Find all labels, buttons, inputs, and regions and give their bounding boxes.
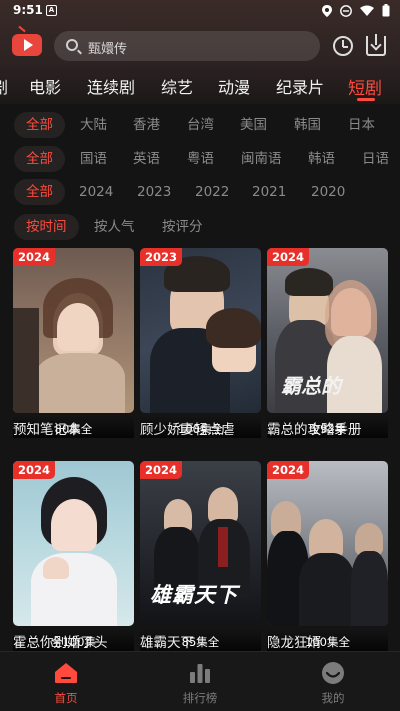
history-icon[interactable] bbox=[333, 36, 353, 56]
tab-variety[interactable]: 综艺 bbox=[161, 74, 193, 98]
year-filter-row: 全部 2024 2023 2022 2021 2020 bbox=[0, 179, 400, 207]
sort-by-rating[interactable]: 按评分 bbox=[150, 214, 215, 240]
drama-card[interactable]: 霸总的 2024 全92集 霸总的攻略手册 bbox=[267, 248, 388, 438]
year-badge: 2024 bbox=[267, 248, 310, 266]
drama-title: 霍总你别婚了头 bbox=[13, 635, 108, 651]
filter-year-2021[interactable]: 2021 bbox=[240, 179, 298, 205]
filter-lang-cantonese[interactable]: 粤语 bbox=[175, 146, 226, 172]
poster-image bbox=[13, 248, 134, 413]
filter-region-all[interactable]: 全部 bbox=[14, 112, 65, 138]
nav-home-label: 首页 bbox=[54, 691, 78, 705]
tab-short-drama[interactable]: 短剧 bbox=[348, 74, 382, 99]
nav-profile-label: 我的 bbox=[321, 691, 345, 705]
poster-image bbox=[13, 461, 134, 626]
filter-year-2022[interactable]: 2022 bbox=[183, 179, 241, 205]
poster-image bbox=[267, 461, 388, 626]
search-bar[interactable]: 甄嬛传 bbox=[54, 31, 320, 61]
filter-region-hongkong[interactable]: 香港 bbox=[121, 112, 172, 138]
filter-lang-all[interactable]: 全部 bbox=[14, 146, 65, 172]
poster-title-text: 霸总的 bbox=[281, 374, 341, 398]
bottom-nav: 首页 排行榜 我的 bbox=[0, 651, 400, 711]
filter-lang-mandarin[interactable]: 国语 bbox=[68, 146, 119, 172]
year-badge: 2024 bbox=[140, 461, 183, 479]
sort-filter-row: 按时间 按人气 按评分 bbox=[0, 214, 400, 242]
drama-title: 预知笔记本 bbox=[13, 422, 81, 438]
category-tabs: 剧 电影 连续剧 综艺 动漫 纪录片 短剧 bbox=[0, 70, 400, 101]
poster-image bbox=[140, 248, 261, 413]
filter-region-japan[interactable]: 日本 bbox=[336, 112, 387, 138]
drama-title: 雄霸天下 bbox=[140, 635, 194, 651]
drama-card[interactable]: 2024 80集全 预知笔记本 bbox=[13, 248, 134, 438]
drama-card[interactable]: 雄霸天下 2024 85集全 雄霸天下 bbox=[140, 461, 261, 651]
tab-anime[interactable]: 动漫 bbox=[218, 74, 250, 98]
tab-category-partial[interactable]: 剧 bbox=[0, 74, 8, 98]
year-badge: 2024 bbox=[13, 461, 56, 479]
region-filter-row: 全部 大陆 香港 台湾 美国 韩国 日本 bbox=[0, 112, 400, 140]
poster-title-text: 雄霸天下 bbox=[150, 583, 238, 607]
drama-title: 顾少娇妻轻点虐 bbox=[140, 422, 235, 438]
download-icon[interactable] bbox=[366, 34, 386, 56]
filter-lang-english[interactable]: 英语 bbox=[121, 146, 172, 172]
search-icon bbox=[66, 39, 78, 51]
drama-title: 隐龙狂婿 bbox=[267, 635, 321, 651]
filter-year-2024[interactable]: 2024 bbox=[67, 179, 125, 205]
filter-region-korea[interactable]: 韩国 bbox=[282, 112, 333, 138]
drama-title: 霸总的攻略手册 bbox=[267, 422, 362, 438]
status-time: 9:51 bbox=[13, 3, 43, 17]
search-placeholder: 甄嬛传 bbox=[88, 42, 128, 57]
filter-region-usa[interactable]: 美国 bbox=[228, 112, 279, 138]
filter-region-taiwan[interactable]: 台湾 bbox=[175, 112, 226, 138]
notification-icon: A bbox=[46, 5, 57, 16]
filter-region-mainland[interactable]: 大陆 bbox=[68, 112, 119, 138]
filter-year-2020[interactable]: 2020 bbox=[299, 179, 357, 205]
battery-icon bbox=[382, 4, 390, 17]
drama-card[interactable]: 2023 100集全 顾少娇妻轻点虐 bbox=[140, 248, 261, 438]
ranking-icon bbox=[190, 664, 210, 683]
active-tab-indicator bbox=[357, 98, 375, 101]
filter-lang-japanese[interactable]: 日语 bbox=[350, 146, 400, 172]
poster-image: 霸总的 bbox=[267, 248, 388, 413]
sort-by-popularity[interactable]: 按人气 bbox=[82, 214, 147, 240]
filter-lang-minnan[interactable]: 闽南语 bbox=[229, 146, 294, 172]
tab-series[interactable]: 连续剧 bbox=[87, 74, 135, 98]
location-icon bbox=[322, 4, 332, 17]
filter-lang-korean[interactable]: 韩语 bbox=[296, 146, 347, 172]
poster-image: 雄霸天下 bbox=[140, 461, 261, 626]
dnd-icon bbox=[340, 4, 352, 17]
nav-ranking-label: 排行榜 bbox=[182, 691, 218, 705]
profile-icon bbox=[322, 662, 344, 684]
tab-movie[interactable]: 电影 bbox=[29, 74, 61, 98]
filter-year-2023[interactable]: 2023 bbox=[125, 179, 183, 205]
drama-card[interactable]: 2024 100集全 隐龙狂婿 bbox=[267, 461, 388, 651]
year-badge: 2024 bbox=[13, 248, 56, 266]
language-filter-row: 全部 国语 英语 粤语 闽南语 韩语 日语 bbox=[0, 146, 400, 174]
wifi-icon bbox=[360, 5, 374, 16]
filter-year-all[interactable]: 全部 bbox=[14, 179, 65, 205]
year-badge: 2024 bbox=[267, 461, 310, 479]
tab-documentary[interactable]: 纪录片 bbox=[276, 74, 324, 98]
status-bar: 9:51 A bbox=[0, 0, 400, 22]
app-logo-icon[interactable] bbox=[12, 34, 42, 56]
sort-by-time[interactable]: 按时间 bbox=[14, 214, 79, 240]
home-icon bbox=[55, 663, 77, 683]
year-badge: 2023 bbox=[140, 248, 183, 266]
drama-card[interactable]: 2024 全100集 霍总你别婚了头 bbox=[13, 461, 134, 651]
